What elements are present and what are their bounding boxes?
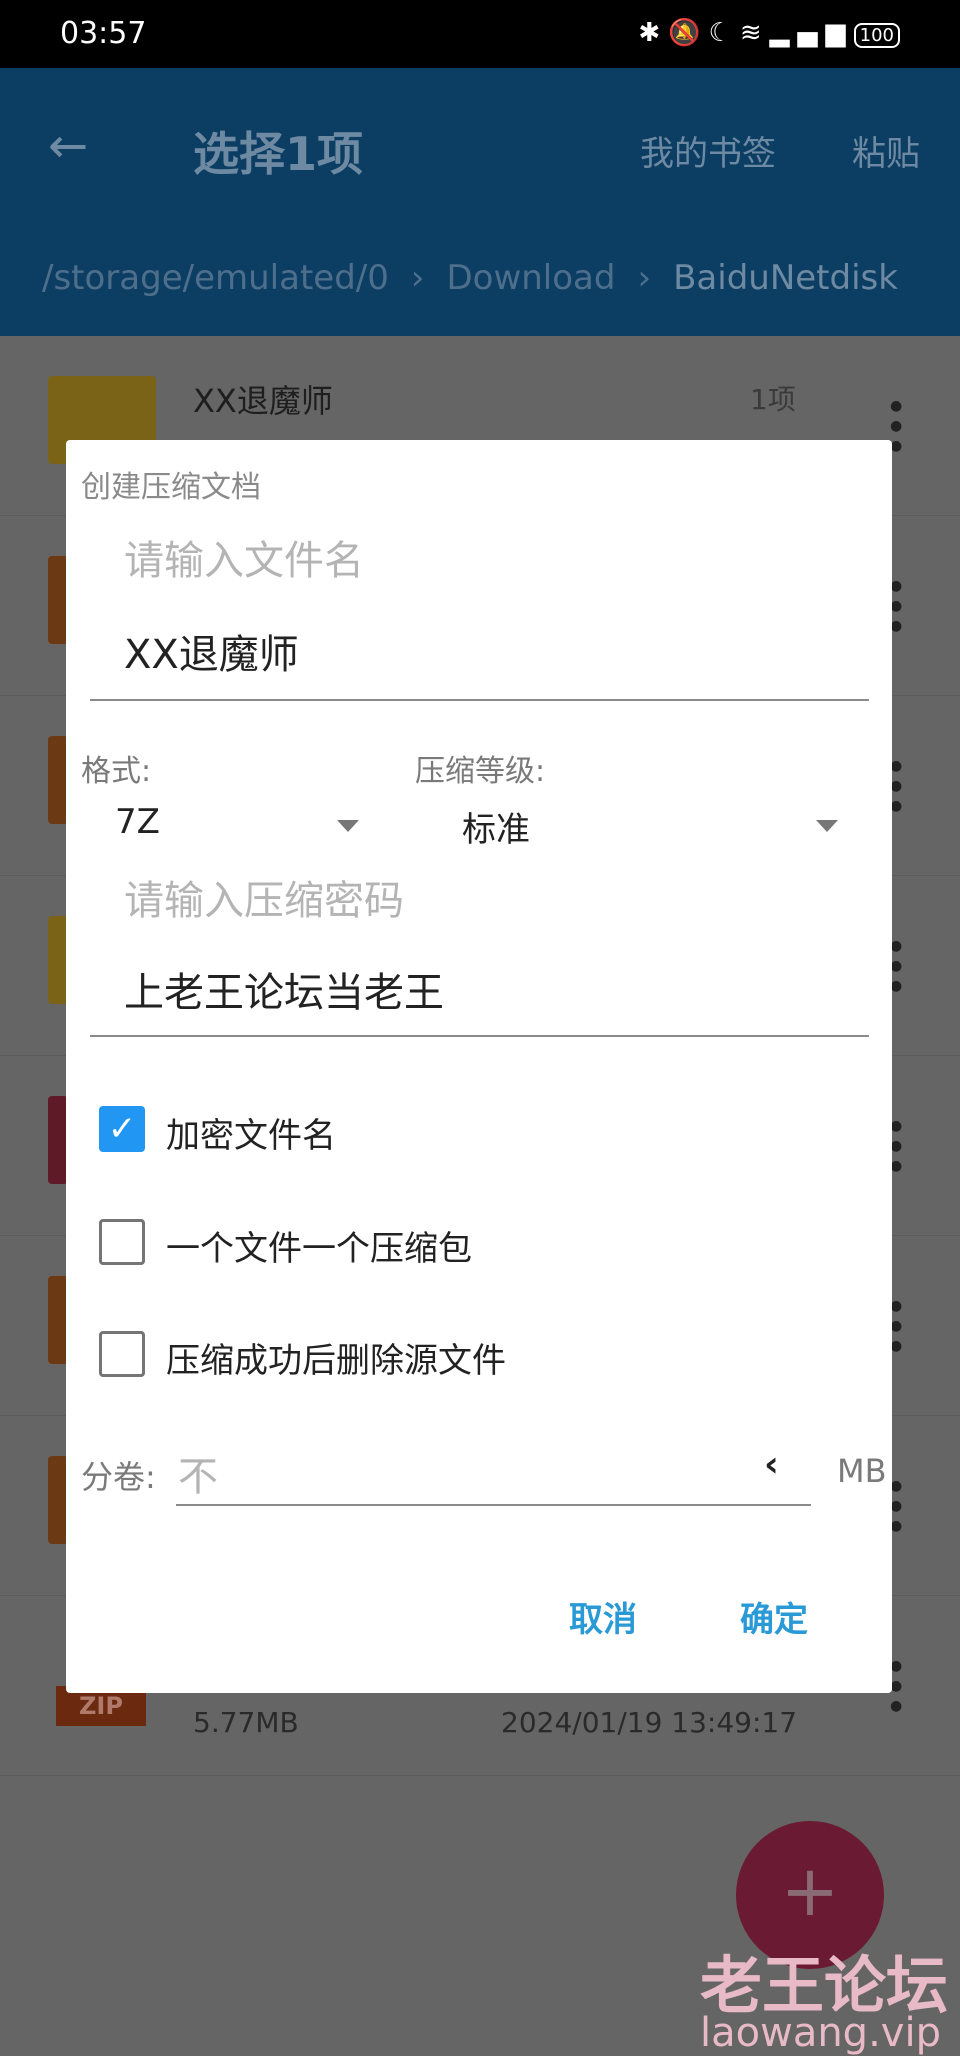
split-dropdown-chevron-icon[interactable]: ‹ bbox=[764, 1444, 779, 1485]
breadcrumb: /storage/emulated/0 › Download › BaiduNetdis… bbox=[42, 258, 920, 298]
dropdown-arrow-icon bbox=[816, 820, 838, 832]
item-count: 1项 bbox=[750, 383, 796, 416]
wifi-icon: ≋ bbox=[739, 18, 770, 48]
filename-placeholder: 请输入文件名 bbox=[124, 538, 364, 584]
breadcrumb-item[interactable]: Download bbox=[446, 258, 615, 298]
create-archive-dialog: 创建压缩文档 请输入文件名 XX退魔师 格式: 7Z 压缩等级: 标准 请输入压… bbox=[66, 440, 892, 1693]
paste-button[interactable]: 粘贴 bbox=[852, 126, 920, 175]
format-select[interactable]: 7Z bbox=[81, 796, 401, 856]
dialog-title: 创建压缩文档 bbox=[81, 470, 261, 505]
bookmarks-button[interactable]: 我的书签 bbox=[640, 126, 776, 175]
checkbox-label: 加密文件名 bbox=[166, 1116, 336, 1156]
item-name: XX退魔师 bbox=[193, 382, 333, 420]
checkbox-label: 压缩成功后删除源文件 bbox=[166, 1341, 506, 1381]
file-icon bbox=[48, 1276, 68, 1364]
chevron-right-icon: › bbox=[410, 258, 425, 298]
checkbox-unchecked-icon[interactable] bbox=[99, 1331, 145, 1377]
filename-underline bbox=[90, 699, 869, 701]
cancel-button[interactable]: 取消 bbox=[569, 1592, 637, 1641]
clock: 03:57 bbox=[60, 16, 147, 51]
4g-signal-icon: ▂▄▆ bbox=[769, 18, 854, 48]
ok-button[interactable]: 确定 bbox=[740, 1592, 808, 1641]
back-arrow-icon[interactable]: ← bbox=[48, 118, 88, 174]
breadcrumb-item[interactable]: /storage/emulated/0 bbox=[42, 258, 389, 298]
file-icon bbox=[48, 556, 68, 644]
level-select[interactable]: 标准 bbox=[415, 796, 845, 856]
app-bar: ← 选择1项 我的书签 粘贴 /storage/emulated/0 › Downl… bbox=[0, 68, 960, 336]
moon-icon: ☾ bbox=[708, 18, 740, 48]
checkbox-label: 一个文件一个压缩包 bbox=[166, 1229, 472, 1269]
password-placeholder: 请输入压缩密码 bbox=[124, 878, 404, 924]
level-value: 标准 bbox=[462, 810, 530, 850]
chevron-right-icon: › bbox=[637, 258, 652, 298]
file-date: 2024/01/19 13:49:17 bbox=[501, 1706, 798, 1739]
format-label: 格式: bbox=[81, 754, 152, 789]
split-input[interactable]: 不 bbox=[178, 1444, 218, 1502]
password-input[interactable]: 上老王论坛当老王 bbox=[124, 960, 444, 1018]
breadcrumb-item[interactable]: BaiduNetdisk bbox=[673, 258, 898, 298]
file-size: 5.77MB bbox=[193, 1706, 299, 1739]
checkbox-encrypt-filenames[interactable]: ✓ 加密文件名 bbox=[99, 1106, 336, 1156]
page-title: 选择1项 bbox=[193, 127, 364, 181]
status-icons: ✱🔕☾≋▂▄▆ 100 bbox=[638, 18, 900, 48]
checkbox-unchecked-icon[interactable] bbox=[99, 1219, 145, 1265]
filename-input[interactable]: XX退魔师 bbox=[124, 622, 299, 680]
folder-icon bbox=[48, 916, 68, 1004]
split-unit: MB bbox=[837, 1452, 887, 1490]
password-underline bbox=[90, 1035, 869, 1037]
watermark-url: laowang.vip bbox=[700, 2010, 941, 2056]
dropdown-arrow-icon bbox=[337, 820, 359, 832]
format-value: 7Z bbox=[115, 802, 160, 842]
level-label: 压缩等级: bbox=[415, 754, 546, 789]
file-icon bbox=[48, 1456, 68, 1544]
bluetooth-icon: ✱ bbox=[638, 18, 669, 48]
checkbox-delete-source[interactable]: 压缩成功后删除源文件 bbox=[99, 1331, 506, 1381]
checkbox-one-archive-per-file[interactable]: 一个文件一个压缩包 bbox=[99, 1219, 472, 1269]
status-bar: 03:57 ✱🔕☾≋▂▄▆ 100 bbox=[0, 0, 960, 68]
split-underline bbox=[176, 1504, 811, 1506]
checkbox-checked-icon[interactable]: ✓ bbox=[99, 1106, 145, 1152]
battery-icon: 100 bbox=[853, 23, 900, 48]
mute-icon: 🔕 bbox=[668, 18, 709, 48]
image-icon bbox=[48, 1096, 68, 1184]
split-label: 分卷: bbox=[81, 1458, 156, 1496]
file-icon bbox=[48, 736, 68, 824]
